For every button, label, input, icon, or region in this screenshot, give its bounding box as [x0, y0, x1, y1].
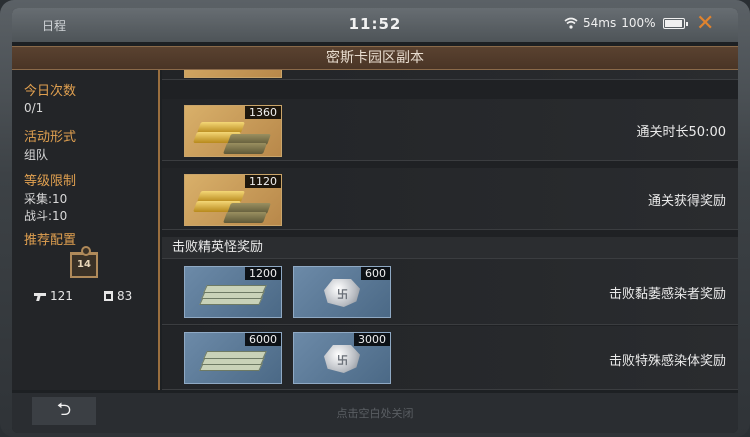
- item-quantity: 600: [361, 267, 390, 280]
- list-item: 1200 卐 600 击败黏萎感染者奖励: [162, 259, 738, 325]
- list-item: [162, 70, 738, 80]
- info-panel: 今日次数 0/1 活动形式 组队 等级限制 采集:10 战斗:10 推荐配置 1…: [12, 70, 160, 390]
- item-quantity: 6000: [245, 333, 281, 346]
- item-quantity: 1120: [245, 175, 281, 188]
- recommend-label: 推荐配置: [24, 233, 77, 248]
- cash-item[interactable]: 1200: [184, 266, 282, 318]
- elite2-label: 击败特殊感染体奖励: [608, 354, 726, 369]
- level-gather-value: 采集:10: [24, 192, 68, 206]
- activity-mode-label: 活动形式: [24, 130, 77, 145]
- gold-bar-item[interactable]: 1120: [184, 174, 282, 226]
- item-quantity: 1200: [245, 267, 281, 280]
- item-quantity: 1360: [245, 106, 281, 119]
- cash-item[interactable]: 6000: [184, 332, 282, 384]
- daily-count-label: 今日次数: [24, 84, 77, 99]
- backpack-icon: [104, 291, 113, 301]
- status-bar: 日程 11:52 54ms 100% ✕: [12, 8, 738, 42]
- list-item: 1120 通关获得奖励: [162, 168, 738, 230]
- silver-coin-item[interactable]: 卐 3000: [293, 332, 391, 384]
- silver-coin-item[interactable]: 卐 600: [293, 266, 391, 318]
- elite1-label: 击败黏萎感染者奖励: [608, 287, 726, 302]
- device-frame: 日程 11:52 54ms 100% ✕ 密斯卡园区副本 今日次数 0/1 活动…: [0, 0, 750, 437]
- bottom-bar: ⮌ 点击空白处关闭: [12, 393, 738, 433]
- defense-stat: 83: [104, 289, 132, 303]
- reward-item[interactable]: [184, 70, 282, 78]
- level-combat-value: 战斗:10: [24, 209, 68, 223]
- status-indicators: 54ms 100%: [564, 16, 688, 30]
- list-item: 1360 通关时长50:00: [162, 99, 738, 161]
- gold-bar-item[interactable]: 1360: [184, 105, 282, 157]
- battery-percent: 100%: [621, 16, 656, 30]
- wifi-icon: [564, 17, 578, 29]
- defense-value: 83: [117, 289, 133, 303]
- elite-section-header: 击败精英怪奖励: [162, 237, 738, 259]
- ping-value: 54ms: [583, 16, 617, 30]
- list-item: 6000 卐 3000 击败特殊感染体奖励: [162, 326, 738, 390]
- screen: 日程 11:52 54ms 100% ✕ 密斯卡园区副本 今日次数 0/1 活动…: [12, 8, 738, 433]
- level-limit-label: 等级限制: [24, 174, 77, 189]
- page-title: 密斯卡园区副本: [12, 46, 738, 70]
- clear-time-label: 通关时长50:00: [636, 125, 726, 140]
- reward-list[interactable]: 1360 通关时长50:00 1120 通关获得奖励 击败精英怪奖励 1200 …: [162, 70, 738, 390]
- item-quantity: 3000: [354, 333, 390, 346]
- clear-reward-label: 通关获得奖励: [647, 194, 726, 209]
- activity-mode-value: 组队: [24, 148, 49, 162]
- close-hint[interactable]: 点击空白处关闭: [12, 405, 738, 421]
- attack-value: 121: [50, 289, 73, 303]
- gun-icon: [34, 292, 46, 301]
- battery-icon: [662, 17, 688, 29]
- daily-count-value: 0/1: [24, 101, 44, 115]
- rank-badge: 14: [70, 246, 98, 278]
- close-icon[interactable]: ✕: [696, 12, 714, 36]
- attack-stat: 121: [34, 289, 73, 303]
